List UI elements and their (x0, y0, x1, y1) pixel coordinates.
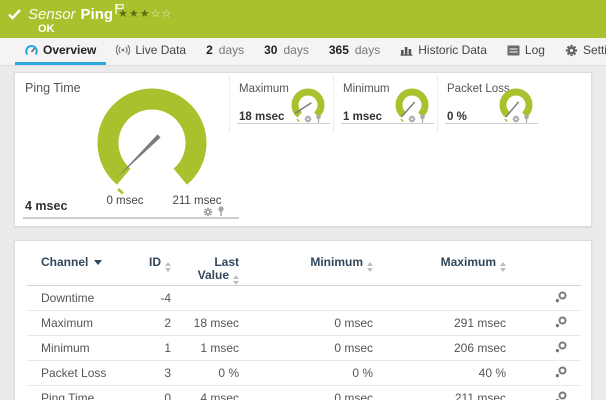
sensor-type-label: Sensor (28, 6, 76, 23)
small-gauge-title: Maximum (239, 83, 289, 95)
channel-id: 1 (117, 336, 171, 361)
gauge-underline (237, 123, 330, 124)
ok-check-icon (8, 9, 21, 20)
gauge-underline (445, 123, 538, 124)
primary-gauge-value: 4 msec (25, 199, 67, 213)
channels-panel: Channel ID LastValue Minimum Maximum Dow… (14, 240, 592, 400)
tab-label: Live Data (135, 43, 186, 57)
col-header-channel[interactable]: Channel (27, 251, 117, 286)
broadcast-icon (116, 44, 130, 56)
channel-last-value: 4 msec (171, 386, 239, 400)
small-gauge-maximum: Maximum 18 msec (229, 75, 331, 133)
channel-id: 0 (117, 386, 171, 400)
log-icon (507, 45, 520, 56)
table-row[interactable]: Ping Time 0 4 msec 0 msec 211 msec (27, 386, 581, 400)
channel-last-value: 1 msec (171, 336, 239, 361)
sort-caret-icon (94, 260, 102, 265)
sensor-header: Sensor Ping ★★★☆☆ OK (0, 0, 606, 38)
sort-icon (233, 275, 239, 285)
small-gauge-value: 18 msec (239, 111, 284, 123)
channel-name[interactable]: Maximum (27, 311, 117, 336)
tab-2-days[interactable]: 2days (196, 38, 254, 65)
channel-maximum: 206 msec (373, 336, 506, 361)
channel-minimum: 0 msec (239, 336, 373, 361)
primary-gauge-title: Ping Time (25, 81, 81, 95)
tab-365-days[interactable]: 365days (319, 38, 390, 65)
tab-historic-data[interactable]: Historic Data (390, 38, 497, 65)
channels-table: Channel ID LastValue Minimum Maximum Dow… (27, 251, 581, 400)
channel-maximum (373, 286, 506, 311)
channel-name[interactable]: Ping Time (27, 386, 117, 400)
channel-id: -4 (117, 286, 171, 311)
channel-settings-icon[interactable] (555, 366, 567, 378)
col-header-last-value[interactable]: LastValue (171, 251, 239, 286)
gauge-underline (23, 217, 239, 219)
sort-icon (165, 262, 171, 272)
bar-chart-icon (400, 44, 413, 56)
tab-label: Settings (583, 43, 606, 57)
table-row[interactable]: Maximum 2 18 msec 0 msec 291 msec (27, 311, 581, 336)
tab-live-data[interactable]: Live Data (106, 38, 196, 65)
gauge-scale-min: 0 msec (100, 195, 150, 207)
channel-minimum: 0 % (239, 361, 373, 386)
small-gauge-minimum: Minimum 1 msec (333, 75, 435, 133)
channel-maximum: 211 msec (373, 386, 506, 400)
channel-name[interactable]: Downtime (27, 286, 117, 311)
tab-bar: Overview Live Data 2days 30days 365days (0, 38, 606, 66)
gauge-settings-gear-icon[interactable] (304, 115, 312, 123)
channel-name[interactable]: Minimum (27, 336, 117, 361)
sensor-name: Ping (81, 6, 114, 23)
channel-minimum: 0 msec (239, 386, 373, 400)
small-gauge-value: 1 msec (343, 111, 382, 123)
table-row[interactable]: Packet Loss 3 0 % 0 % 40 % (27, 361, 581, 386)
tab-log[interactable]: Log (497, 38, 555, 65)
gear-icon (565, 44, 578, 57)
table-row[interactable]: Minimum 1 1 msec 0 msec 206 msec (27, 336, 581, 361)
channel-minimum (239, 286, 373, 311)
gauge-settings-gear-icon[interactable] (408, 115, 416, 123)
prtg-sensor-overview: SensorPing ★★★☆☆ OK Overview Live (0, 0, 606, 400)
gauge-pin-icon[interactable] (217, 206, 225, 217)
small-gauge-packet-loss: Packet Loss 0 % (437, 75, 539, 133)
channel-settings-icon[interactable] (555, 316, 567, 328)
small-gauge-value: 0 % (447, 111, 467, 123)
channel-maximum: 291 msec (373, 311, 506, 336)
channel-last-value (171, 286, 239, 311)
small-gauge-title: Minimum (343, 83, 390, 95)
channel-name[interactable]: Packet Loss (27, 361, 117, 386)
gauge-settings-gear-icon[interactable] (203, 207, 213, 217)
gauge-settings-gear-icon[interactable] (512, 115, 520, 123)
col-header-minimum[interactable]: Minimum (239, 251, 373, 286)
channel-id: 3 (117, 361, 171, 386)
channel-minimum: 0 msec (239, 311, 373, 336)
channel-id: 2 (117, 311, 171, 336)
tab-label: Log (525, 43, 545, 57)
col-header-id[interactable]: ID (117, 251, 171, 286)
channel-last-value: 18 msec (171, 311, 239, 336)
gauges-panel: Ping Time 0 msec 211 msec 4 msec (14, 72, 592, 227)
status-badge: OK (38, 23, 55, 35)
sort-icon (500, 262, 506, 272)
col-header-maximum[interactable]: Maximum (373, 251, 506, 286)
channel-settings-icon[interactable] (555, 291, 567, 303)
channel-settings-icon[interactable] (555, 341, 567, 353)
gauge-underline (341, 123, 434, 124)
channel-maximum: 40 % (373, 361, 506, 386)
table-row[interactable]: Downtime -4 (27, 286, 581, 311)
gauge-icon (25, 44, 38, 57)
tab-settings[interactable]: Settings (555, 38, 606, 65)
channel-settings-icon[interactable] (555, 391, 567, 400)
ping-time-gauge (90, 81, 214, 205)
tab-label: Overview (43, 43, 96, 57)
priority-stars[interactable]: ★★★☆☆ (118, 7, 172, 20)
channel-last-value: 0 % (171, 361, 239, 386)
tab-overview[interactable]: Overview (15, 38, 106, 65)
sort-icon (367, 262, 373, 272)
tab-30-days[interactable]: 30days (254, 38, 319, 65)
tab-label: Historic Data (418, 43, 487, 57)
